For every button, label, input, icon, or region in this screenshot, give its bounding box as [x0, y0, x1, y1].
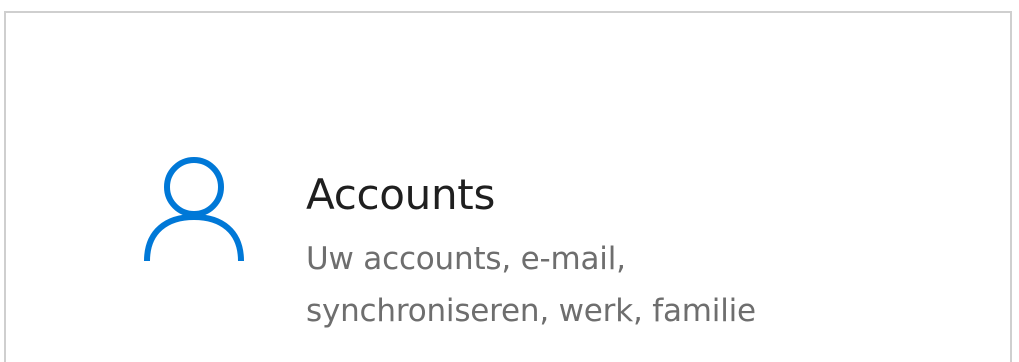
tile-description: Uw accounts, e-mail, synchroniseren, wer… — [306, 241, 756, 329]
person-icon — [141, 153, 247, 265]
tile-title: Accounts — [306, 170, 496, 219]
tile-text: Accounts Uw accounts, e-mail, synchronis… — [306, 169, 996, 337]
accounts-settings-tile[interactable]: Accounts Uw accounts, e-mail, synchronis… — [4, 11, 1012, 362]
